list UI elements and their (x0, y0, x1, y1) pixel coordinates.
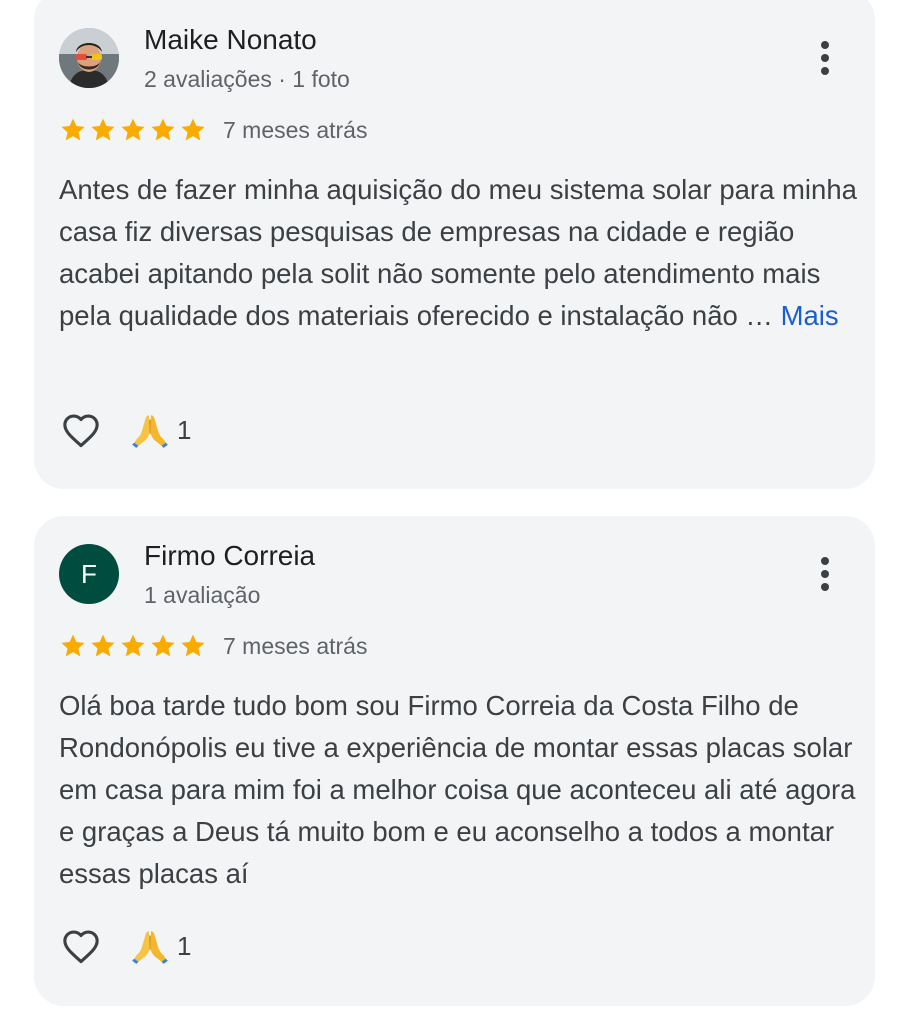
user-photo-icon (59, 28, 119, 88)
reaction-count: 1 (177, 414, 192, 445)
rating-row: 7 meses atrás (59, 115, 367, 145)
review-body: Antes de fazer minha aquisição do meu si… (59, 174, 857, 331)
rating-row: 7 meses atrás (59, 631, 367, 661)
review-actions: 1 (59, 408, 191, 452)
review-text: Olá boa tarde tudo bom sou Firmo Correia… (59, 685, 859, 895)
review-body: Olá boa tarde tudo bom sou Firmo Correia… (59, 690, 856, 889)
star-rating (59, 632, 207, 660)
more-options-button[interactable] (805, 550, 845, 598)
review-card: F Firmo Correia 1 avaliação 7 meses atrá… (34, 516, 875, 1006)
review-text: Antes de fazer minha aquisição do meu si… (59, 169, 859, 337)
folded-hands-icon (129, 409, 171, 451)
star-rating (59, 116, 207, 144)
read-more-link[interactable]: Mais (781, 300, 839, 331)
heart-icon[interactable] (59, 408, 103, 452)
review-card: Maike Nonato 2 avaliações · 1 foto 7 mes… (34, 0, 875, 489)
reaction-chip[interactable]: 1 (129, 925, 191, 967)
star-icon (179, 632, 207, 660)
star-icon (89, 632, 117, 660)
kebab-menu-icon (821, 557, 829, 565)
star-icon (119, 632, 147, 660)
reaction-count: 1 (177, 930, 192, 961)
avatar[interactable] (59, 28, 119, 88)
heart-icon[interactable] (59, 924, 103, 968)
review-time: 7 meses atrás (223, 116, 368, 143)
kebab-menu-icon (821, 41, 829, 49)
more-options-button[interactable] (805, 34, 845, 82)
review-actions: 1 (59, 924, 191, 968)
avatar[interactable]: F (59, 544, 119, 604)
star-icon (89, 116, 117, 144)
star-icon (59, 116, 87, 144)
star-icon (119, 116, 147, 144)
reaction-chip[interactable]: 1 (129, 409, 191, 451)
star-icon (179, 116, 207, 144)
avatar-letter: F (81, 558, 97, 589)
folded-hands-icon (129, 925, 171, 967)
reviewer-meta: 1 avaliação (144, 582, 261, 608)
star-icon (59, 632, 87, 660)
star-icon (149, 632, 177, 660)
review-time: 7 meses atrás (223, 632, 368, 659)
reviewer-name[interactable]: Firmo Correia (144, 540, 315, 572)
star-icon (149, 116, 177, 144)
reviewer-meta: 2 avaliações · 1 foto (144, 66, 350, 92)
reviewer-name[interactable]: Maike Nonato (144, 24, 317, 56)
